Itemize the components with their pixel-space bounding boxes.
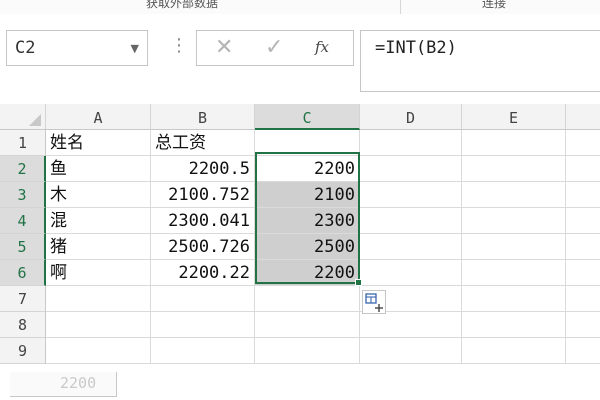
row-header-4[interactable]: 4 <box>0 208 46 234</box>
row-header-1[interactable]: 1 <box>0 130 46 156</box>
cell-d6[interactable] <box>360 260 462 286</box>
row-header-7[interactable]: 7 <box>0 286 46 312</box>
cell-a2[interactable]: 鱼 <box>46 156 151 182</box>
insert-function-icon[interactable]: fx <box>315 38 329 56</box>
cell-a3[interactable]: 木 <box>46 182 151 208</box>
cell-d2[interactable] <box>360 156 462 182</box>
cell-e1[interactable] <box>462 130 566 156</box>
check-icon[interactable]: ✓ <box>265 35 283 60</box>
cell-a1[interactable]: 姓名 <box>46 130 151 156</box>
cell-e5[interactable] <box>462 234 566 260</box>
cell-a7[interactable] <box>46 286 151 312</box>
cell-d3[interactable] <box>360 182 462 208</box>
row-header-3[interactable]: 3 <box>0 182 46 208</box>
column-header-c[interactable]: C <box>255 104 360 130</box>
select-all-triangle-icon <box>29 114 41 126</box>
cell-e2[interactable] <box>462 156 566 182</box>
cancel-icon[interactable]: ✕ <box>215 35 233 60</box>
formula-input[interactable]: =INT(B2) <box>360 30 600 92</box>
cell-e9[interactable] <box>462 338 566 364</box>
cell-a4[interactable]: 混 <box>46 208 151 234</box>
fill-handle[interactable] <box>355 279 362 286</box>
cell-f1[interactable] <box>566 130 600 156</box>
cell-e3[interactable] <box>462 182 566 208</box>
cell-d9[interactable] <box>360 338 462 364</box>
cell-f9[interactable] <box>566 338 600 364</box>
row-header-6[interactable]: 6 <box>0 260 46 286</box>
faded-cell-value: 2200 <box>60 374 97 392</box>
cell-b5[interactable]: 2500.726 <box>151 234 255 260</box>
cell-e6[interactable] <box>462 260 566 286</box>
row-header-9[interactable]: 9 <box>0 338 46 364</box>
cell-b1[interactable]: 总工资 <box>151 130 255 156</box>
name-box[interactable]: C2 ▼ <box>6 30 148 66</box>
cell-c8[interactable] <box>255 312 360 338</box>
cell-f5[interactable] <box>566 234 600 260</box>
column-header-e[interactable]: E <box>462 104 566 130</box>
ribbon-strip: 获取外部数据 连接 <box>0 0 600 14</box>
cell-f2[interactable] <box>566 156 600 182</box>
cell-a5[interactable]: 猪 <box>46 234 151 260</box>
ribbon-group-connections[interactable]: 连接 <box>482 0 506 11</box>
selection-range-outline <box>255 152 360 284</box>
chevron-down-icon[interactable]: ▼ <box>131 42 139 55</box>
ribbon-separator <box>400 0 401 14</box>
cell-b9[interactable] <box>151 338 255 364</box>
cell-f4[interactable] <box>566 208 600 234</box>
cell-f8[interactable] <box>566 312 600 338</box>
row-header-2[interactable]: 2 <box>0 156 46 182</box>
vertical-ellipsis-icon[interactable]: ⋮ <box>170 35 188 56</box>
cell-c9[interactable] <box>255 338 360 364</box>
cell-e4[interactable] <box>462 208 566 234</box>
cell-c7[interactable] <box>255 286 360 312</box>
row-header-8[interactable]: 8 <box>0 312 46 338</box>
cell-d1[interactable] <box>360 130 462 156</box>
cell-f6[interactable] <box>566 260 600 286</box>
cell-a9[interactable] <box>46 338 151 364</box>
cell-b4[interactable]: 2300.041 <box>151 208 255 234</box>
column-header-f[interactable] <box>566 104 600 130</box>
bottom-strip: 2200 <box>0 370 600 400</box>
cell-a6[interactable]: 啊 <box>46 260 151 286</box>
cell-b6[interactable]: 2200.22 <box>151 260 255 286</box>
cell-f7[interactable] <box>566 286 600 312</box>
name-box-value: C2 <box>15 38 36 58</box>
cell-e7[interactable] <box>462 286 566 312</box>
quick-analysis-icon <box>365 293 383 312</box>
quick-analysis-button[interactable] <box>362 290 386 314</box>
row-header-5[interactable]: 5 <box>0 234 46 260</box>
select-all-corner[interactable] <box>0 104 46 130</box>
column-header-a[interactable]: A <box>46 104 151 130</box>
cell-b3[interactable]: 2100.752 <box>151 182 255 208</box>
cell-b2[interactable]: 2200.5 <box>151 156 255 182</box>
formula-buttons: ✕ ✓ fx <box>196 30 354 66</box>
cell-d4[interactable] <box>360 208 462 234</box>
cell-b8[interactable] <box>151 312 255 338</box>
column-header-b[interactable]: B <box>151 104 255 130</box>
ribbon-group-get-external-data[interactable]: 获取外部数据 <box>146 0 218 11</box>
cell-d8[interactable] <box>360 312 462 338</box>
cell-e8[interactable] <box>462 312 566 338</box>
cell-b7[interactable] <box>151 286 255 312</box>
cell-d5[interactable] <box>360 234 462 260</box>
cell-a8[interactable] <box>46 312 151 338</box>
column-header-d[interactable]: D <box>360 104 462 130</box>
cell-f3[interactable] <box>566 182 600 208</box>
formula-text: =INT(B2) <box>375 38 457 58</box>
